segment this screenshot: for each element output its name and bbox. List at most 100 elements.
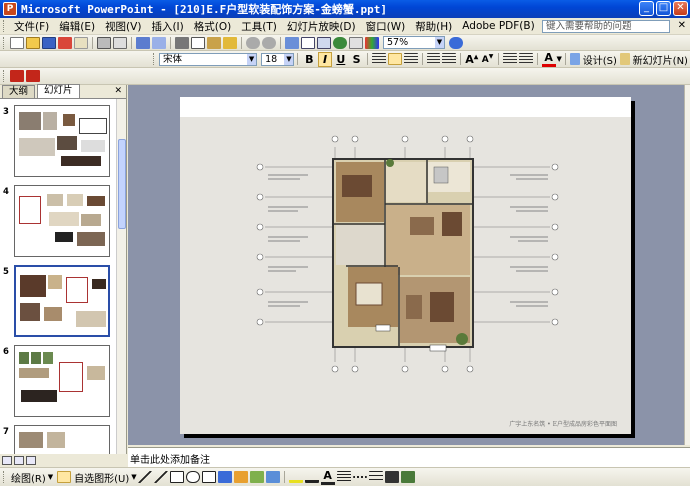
close-icon[interactable]: ✕ xyxy=(114,86,122,96)
numbering-icon[interactable] xyxy=(426,53,441,65)
slide-thumbnail-row[interactable]: 4 xyxy=(0,185,117,261)
slide-thumbnail[interactable] xyxy=(14,345,110,417)
rectangle-icon[interactable] xyxy=(169,471,184,483)
bold-button[interactable]: B xyxy=(302,53,316,66)
menu-edit[interactable]: 编辑(E) xyxy=(54,19,100,34)
slide-thumbnail[interactable] xyxy=(14,265,110,337)
menu-slideshow[interactable]: 幻灯片放映(D) xyxy=(282,19,361,34)
slide-thumbnail-row[interactable]: 5 xyxy=(0,265,117,341)
menu-help[interactable]: 帮助(H) xyxy=(410,19,457,34)
minimize-button[interactable]: _ xyxy=(639,1,654,16)
font-color-icon[interactable]: A xyxy=(320,469,335,485)
arrow-style-icon[interactable] xyxy=(368,471,383,483)
line-style-icon[interactable] xyxy=(336,471,351,483)
line-icon[interactable] xyxy=(137,471,152,483)
line-color-icon[interactable] xyxy=(304,471,319,483)
redo-icon[interactable] xyxy=(262,36,276,49)
print-preview-icon[interactable] xyxy=(113,36,127,49)
slideshow-view-icon[interactable] xyxy=(26,456,36,465)
toolbar-grip[interactable] xyxy=(3,70,6,82)
new-slide-button[interactable]: 新幻灯片(N) xyxy=(633,52,688,67)
floor-plan-drawing[interactable] xyxy=(180,117,631,434)
format-painter-icon[interactable] xyxy=(223,36,237,49)
color-grayscale-icon[interactable] xyxy=(365,36,379,49)
open-folder-icon[interactable] xyxy=(26,36,40,49)
slide-sorter-view-icon[interactable] xyxy=(14,456,24,465)
email-icon[interactable] xyxy=(74,36,88,49)
decrease-indent-icon[interactable] xyxy=(503,53,518,65)
toolbar-grip[interactable] xyxy=(3,471,6,483)
shadow-button[interactable]: S xyxy=(350,53,364,66)
diagram-icon[interactable] xyxy=(233,471,248,483)
design-button[interactable]: 设计(S) xyxy=(583,52,617,67)
maximize-button[interactable]: □ xyxy=(656,1,671,16)
insert-chart-icon[interactable] xyxy=(285,36,299,49)
increase-indent-icon[interactable] xyxy=(519,53,533,65)
dash-style-icon[interactable] xyxy=(352,476,367,478)
text-box-icon[interactable] xyxy=(201,471,216,483)
convert-to-pdf-icon[interactable] xyxy=(10,70,24,82)
bullets-icon[interactable] xyxy=(442,53,456,65)
shadow-style-icon[interactable] xyxy=(384,471,399,483)
slide-area-scrollbar[interactable] xyxy=(684,85,690,445)
powerpoint-app-icon[interactable]: P xyxy=(3,2,17,16)
current-slide[interactable]: 广宇上东名筑 • E户型成品房彩色平面图 xyxy=(180,97,631,434)
cut-icon[interactable] xyxy=(175,36,189,49)
slide-thumbnail[interactable] xyxy=(14,105,110,177)
paste-icon[interactable] xyxy=(207,36,221,49)
chevron-down-icon[interactable]: ▼ xyxy=(435,37,444,48)
fill-color-icon[interactable] xyxy=(288,471,303,483)
copy-icon[interactable] xyxy=(191,36,205,49)
help-icon[interactable] xyxy=(449,36,463,49)
font-name-select[interactable]: 宋体 ▼ xyxy=(158,52,258,66)
underline-button[interactable]: U xyxy=(334,53,348,66)
menu-grip[interactable] xyxy=(3,20,6,32)
insert-picture-icon[interactable] xyxy=(265,471,280,483)
spelling-icon[interactable] xyxy=(136,36,150,49)
align-left-icon[interactable] xyxy=(372,53,387,65)
chevron-down-icon[interactable]: ▼ xyxy=(48,473,53,481)
zoom-select[interactable]: 57% ▼ xyxy=(383,36,445,49)
select-objects-icon[interactable] xyxy=(57,471,72,483)
chevron-down-icon[interactable]: ▼ xyxy=(284,53,294,65)
toolbar-grip[interactable] xyxy=(153,53,156,65)
new-document-icon[interactable] xyxy=(10,36,24,49)
undo-icon[interactable] xyxy=(246,36,260,49)
document-close-icon[interactable]: ✕ xyxy=(678,20,686,31)
close-button[interactable]: ✕ xyxy=(673,1,688,16)
insert-hyperlink-icon[interactable] xyxy=(333,36,347,49)
oval-icon[interactable] xyxy=(185,471,200,483)
tab-outline[interactable]: 大纲 xyxy=(2,85,36,98)
arrow-icon[interactable] xyxy=(153,471,168,483)
menu-tools[interactable]: 工具(T) xyxy=(236,19,282,34)
convert-and-email-icon[interactable] xyxy=(26,70,40,82)
wordart-icon[interactable] xyxy=(217,471,232,483)
grid-icon[interactable] xyxy=(349,36,363,49)
font-size-select[interactable]: 18 ▼ xyxy=(261,52,295,66)
autoshapes-menu-button[interactable]: 自选图形(U) xyxy=(74,470,129,485)
chevron-down-icon[interactable]: ▼ xyxy=(557,55,562,63)
menu-file[interactable]: 文件(F) xyxy=(9,19,54,34)
menu-view[interactable]: 视图(V) xyxy=(100,19,146,34)
insert-table-icon[interactable] xyxy=(301,36,315,49)
slide-thumbnail-row[interactable]: 6 xyxy=(0,345,117,421)
3d-style-icon[interactable] xyxy=(400,471,415,483)
slide-thumbnail-row[interactable]: 3 xyxy=(0,105,117,181)
toolbar-grip[interactable] xyxy=(3,36,6,49)
menu-adobe-pdf[interactable]: Adobe PDF(B) xyxy=(457,20,539,32)
slide-thumbnail[interactable] xyxy=(14,185,110,257)
research-icon[interactable] xyxy=(152,36,166,49)
menu-format[interactable]: 格式(O) xyxy=(189,19,236,34)
tab-slides[interactable]: 幻灯片 xyxy=(37,84,80,98)
help-search-input[interactable]: 键入需要帮助的问题 xyxy=(542,20,670,33)
menu-insert[interactable]: 插入(I) xyxy=(146,19,188,34)
save-icon[interactable] xyxy=(42,36,56,49)
print-icon[interactable] xyxy=(97,36,111,49)
chevron-down-icon[interactable]: ▼ xyxy=(247,53,257,65)
permission-icon[interactable] xyxy=(58,36,72,49)
notes-pane[interactable]: 单击此处添加备注 xyxy=(128,447,690,467)
slides-pane-scrollbar[interactable] xyxy=(116,99,126,454)
clip-art-icon[interactable] xyxy=(249,471,264,483)
align-center-icon[interactable] xyxy=(388,53,402,65)
draw-menu-button[interactable]: 绘图(R) xyxy=(11,470,46,485)
